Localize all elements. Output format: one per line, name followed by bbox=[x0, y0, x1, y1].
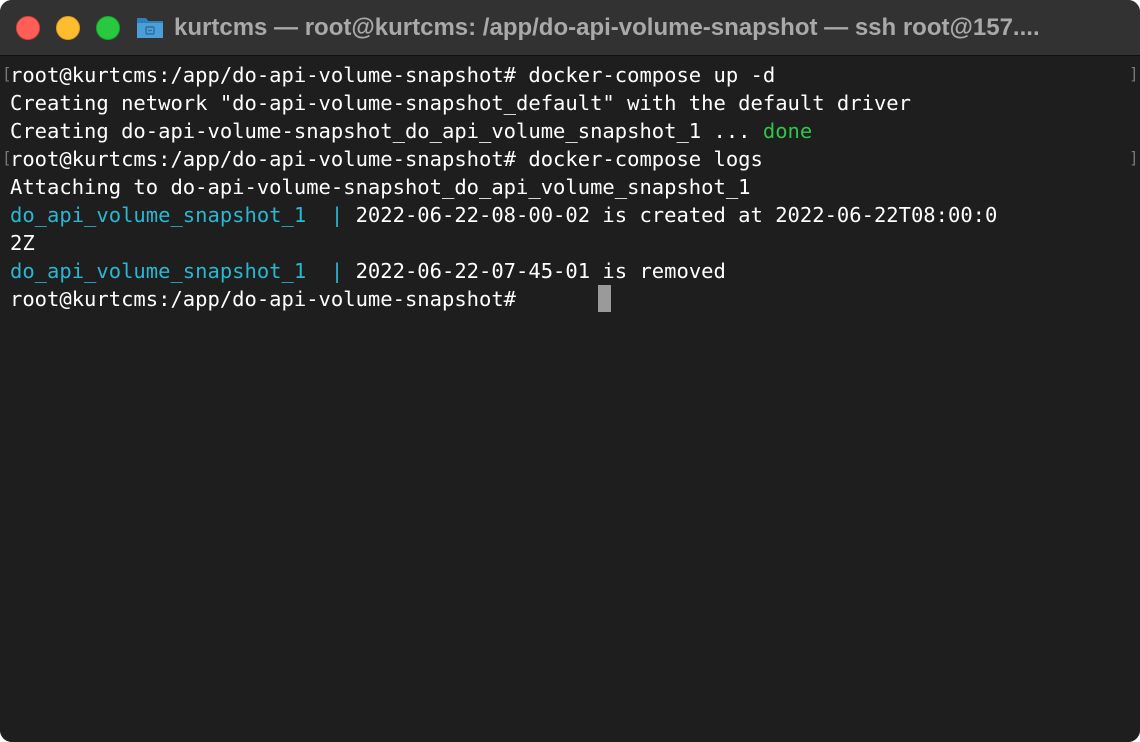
log-text: 2Z bbox=[10, 231, 35, 255]
window-title: kurtcms — root@kurtcms: /app/do-api-volu… bbox=[174, 14, 1040, 41]
line-mark-close: ] bbox=[1129, 64, 1139, 83]
terminal-line: root@kurtcms:/app/do-api-volume-snapshot… bbox=[10, 61, 775, 89]
terminal-line: do_api_volume_snapshot_1 | 2022-06-22-07… bbox=[10, 257, 726, 285]
output-text: Creating do-api-volume-snapshot_do_api_v… bbox=[10, 119, 763, 143]
text-cursor bbox=[598, 285, 611, 312]
service-prefix: do_api_volume_snapshot_1 | bbox=[10, 259, 356, 283]
minimize-button[interactable] bbox=[56, 16, 80, 40]
terminal-line: Attaching to do-api-volume-snapshot_do_a… bbox=[10, 173, 751, 201]
zoom-button[interactable] bbox=[96, 16, 120, 40]
line-mark-close: ] bbox=[1129, 148, 1139, 167]
terminal-line: root@kurtcms:/app/do-api-volume-snapshot… bbox=[10, 145, 763, 173]
terminal-window: kurtcms — root@kurtcms: /app/do-api-volu… bbox=[0, 0, 1140, 742]
terminal-line: root@kurtcms:/app/do-api-volume-snapshot… bbox=[10, 285, 528, 313]
service-prefix: do_api_volume_snapshot_1 | bbox=[10, 203, 356, 227]
output-text: Attaching to do-api-volume-snapshot_do_a… bbox=[10, 175, 751, 199]
command-text: root@kurtcms:/app/do-api-volume-snapshot… bbox=[10, 63, 776, 87]
close-button[interactable] bbox=[16, 16, 40, 40]
command-text: root@kurtcms:/app/do-api-volume-snapshot… bbox=[10, 147, 763, 171]
terminal-line: Creating network "do-api-volume-snapshot… bbox=[10, 89, 911, 117]
terminal-line: do_api_volume_snapshot_1 | 2022-06-22-08… bbox=[10, 201, 997, 229]
title-bar[interactable]: kurtcms — root@kurtcms: /app/do-api-volu… bbox=[0, 0, 1140, 56]
log-text: 2022-06-22-08-00-02 is created at 2022-0… bbox=[355, 203, 998, 227]
output-text: Creating network "do-api-volume-snapshot… bbox=[10, 91, 911, 115]
prompt-text: root@kurtcms:/app/do-api-volume-snapshot… bbox=[10, 287, 529, 311]
terminal-line: Creating do-api-volume-snapshot_do_api_v… bbox=[10, 117, 812, 145]
folder-icon bbox=[137, 18, 163, 38]
terminal-line: 2Z bbox=[10, 229, 35, 257]
log-text: 2022-06-22-07-45-01 is removed bbox=[355, 259, 726, 283]
status-done: done bbox=[762, 119, 813, 143]
terminal-output[interactable]: [ ] [ ] root@kurtcms:/app/do-api-volume-… bbox=[0, 57, 1140, 742]
